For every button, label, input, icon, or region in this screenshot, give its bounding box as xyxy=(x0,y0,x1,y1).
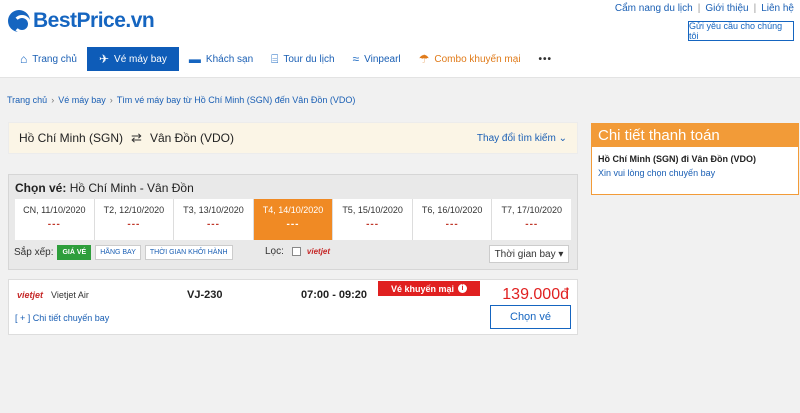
flight-price: 139.000đ xyxy=(502,286,569,303)
flight-time-select[interactable]: Thời gian bay ▾ xyxy=(489,245,569,263)
route-to: Vân Đồn (VDO) xyxy=(149,131,234,145)
panel-title: Chi tiết thanh toán xyxy=(592,124,798,147)
sort-row: Sắp xếp: GIÁ VÉ HÃNG BAY THỜI GIAN KHỞI … xyxy=(14,245,233,260)
plane-icon: ✈ xyxy=(98,52,110,66)
date-label: T4, 14/10/2020 xyxy=(262,205,324,215)
bed-icon: ▬ xyxy=(188,52,201,66)
brand-logo[interactable]: BestPrice.vn xyxy=(8,7,155,35)
sort-departure-button[interactable]: THỜI GIAN KHỞI HÀNH xyxy=(144,245,233,260)
top-link-contact[interactable]: Liên hệ xyxy=(761,3,794,14)
choose-ticket-button[interactable]: Chọn vé xyxy=(490,305,571,329)
send-request-button[interactable]: Gửi yêu cầu cho chúng tôi xyxy=(688,21,794,41)
main-nav: ⌂ Trang chủ ✈ Vé máy bay ▬ Khách sạn ⌸ Tour du … xyxy=(12,47,562,71)
flight-result: vietjet Vietjet Air VJ-230 07:00 - 09:20… xyxy=(8,279,578,335)
top-links: Cẩm nang du lịch | Giới thiệu | Liên hệ xyxy=(614,3,794,14)
date-label: T7, 17/10/2020 xyxy=(501,205,563,215)
vinpearl-icon: ≈ xyxy=(352,52,360,66)
sort-label: Sắp xếp: xyxy=(14,247,54,258)
flight-detail-link[interactable]: [ + ] Chi tiết chuyến bay xyxy=(15,313,109,323)
nav-item-2[interactable]: ▬ Khách sạn xyxy=(181,47,261,71)
change-search-link[interactable]: Thay đổi tìm kiếm ⌄ xyxy=(477,133,567,144)
date-option[interactable]: T3, 13/10/2020 --- xyxy=(174,199,254,240)
breadcrumb: Trang chủ › Vé máy bay › Tìm vé máy bay từ H… xyxy=(7,95,356,105)
brand-name: BestPrice.vn xyxy=(33,9,155,32)
panel-route: Hồ Chí Minh (SGN) đi Vân Đồn (VDO) xyxy=(598,154,756,164)
nav-label: Vé máy bay xyxy=(114,53,167,65)
date-price: --- xyxy=(445,219,459,230)
route-from: Hồ Chí Minh (SGN) xyxy=(19,131,124,145)
date-strip: CN, 11/10/2020 --- T2, 12/10/2020 --- T3, 13… xyxy=(15,199,571,240)
info-icon[interactable]: i xyxy=(458,284,468,293)
date-option[interactable]: T5, 15/10/2020 --- xyxy=(333,199,413,240)
date-label: T2, 12/10/2020 xyxy=(103,205,165,215)
breadcrumb-home[interactable]: Trang chủ xyxy=(7,95,47,105)
nav-item-3[interactable]: ⌸ Tour du lịch xyxy=(263,47,342,71)
date-price: --- xyxy=(127,219,141,230)
date-price: --- xyxy=(366,219,380,230)
date-option[interactable]: T6, 16/10/2020 --- xyxy=(413,199,493,240)
select-title: Chọn vé: Hồ Chí Minh - Vân Đồn xyxy=(15,181,194,195)
sort-airline-button[interactable]: HÃNG BAY xyxy=(95,245,141,260)
chevron-down-icon: ⌄ xyxy=(558,133,567,144)
ticket-selector: Chọn vé: Hồ Chí Minh - Vân Đồn CN, 11/10… xyxy=(8,174,578,270)
nav-label: Tour du lịch xyxy=(283,53,335,65)
sort-price-button[interactable]: GIÁ VÉ xyxy=(57,245,92,260)
panel-hint: Xin vui lòng chọn chuyến bay xyxy=(598,168,716,178)
top-link-about[interactable]: Giới thiệu xyxy=(705,3,748,14)
date-price: --- xyxy=(206,219,220,230)
filter-row: Lọc: vietjet xyxy=(265,246,330,257)
nav-item-5[interactable]: ☂ Combo khuyến mại xyxy=(411,47,529,71)
nav-item-1[interactable]: ✈ Vé máy bay xyxy=(86,47,179,71)
beach-icon: ☂ xyxy=(418,52,430,66)
caret-down-icon: ▾ xyxy=(558,248,564,260)
nav-label: ••• xyxy=(538,53,553,65)
flight-code: VJ-230 xyxy=(187,289,223,301)
date-price: --- xyxy=(47,219,61,230)
nav-label: Trang chủ xyxy=(32,53,77,65)
top-link-guide[interactable]: Cẩm nang du lịch xyxy=(615,3,693,14)
airline-name: Vietjet Air xyxy=(51,290,89,300)
flight-time: 07:00 - 09:20 xyxy=(301,289,368,301)
date-option[interactable]: T2, 12/10/2020 --- xyxy=(95,199,175,240)
date-label: T6, 16/10/2020 xyxy=(421,205,483,215)
luggage-icon: ⌸ xyxy=(271,51,279,66)
date-label: T5, 15/10/2020 xyxy=(342,205,403,215)
home-icon: ⌂ xyxy=(20,52,28,66)
breadcrumb-current[interactable]: Tìm vé máy bay từ Hồ Chí Minh (SGN) đến … xyxy=(117,95,356,105)
date-label: T3, 13/10/2020 xyxy=(183,205,244,215)
site-header: BestPrice.vn Cẩm nang du lịch | Giới thi… xyxy=(0,0,800,78)
nav-item-4[interactable]: ≈ Vinpearl xyxy=(345,47,409,71)
nav-label: Khách sạn xyxy=(205,53,254,65)
vietjet-filter-logo: vietjet xyxy=(306,247,331,256)
nav-item-0[interactable]: ⌂ Trang chủ xyxy=(12,47,85,71)
date-price: --- xyxy=(286,219,300,230)
date-option[interactable]: CN, 11/10/2020 --- xyxy=(15,199,95,240)
date-option[interactable]: T7, 17/10/2020 --- xyxy=(492,199,571,240)
route-summary: Hồ Chí Minh (SGN) ⇄ Vân Đồn (VDO) Thay đ… xyxy=(8,122,578,154)
swap-icon: ⇄ xyxy=(131,130,142,145)
date-price: --- xyxy=(525,219,539,230)
logo-mark-icon xyxy=(8,10,31,33)
vietjet-filter-checkbox[interactable] xyxy=(291,247,301,256)
vietjet-logo: vietjet xyxy=(17,290,44,300)
nav-item-6[interactable]: ••• xyxy=(531,47,561,71)
breadcrumb-flights[interactable]: Vé máy bay xyxy=(58,95,106,105)
date-option[interactable]: T4, 14/10/2020 --- xyxy=(253,199,334,240)
nav-label: Vinpearl xyxy=(364,53,401,65)
filter-label: Lọc: xyxy=(265,246,284,257)
nav-label: Combo khuyến mại xyxy=(434,53,521,65)
promo-badge[interactable]: Vé khuyến mại i xyxy=(378,281,480,296)
payment-details-panel: Chi tiết thanh toán Hồ Chí Minh (SGN) đi… xyxy=(591,123,799,195)
date-label: CN, 11/10/2020 xyxy=(23,205,86,215)
